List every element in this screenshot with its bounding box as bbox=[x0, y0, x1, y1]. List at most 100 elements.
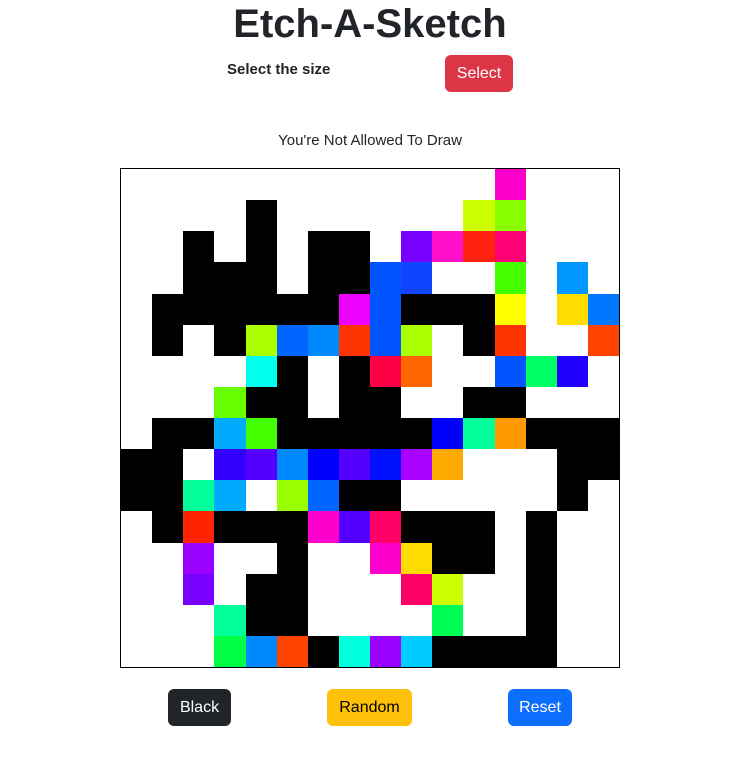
grid-cell[interactable] bbox=[214, 355, 246, 387]
grid-cell[interactable] bbox=[463, 293, 495, 325]
grid-cell[interactable] bbox=[463, 542, 495, 574]
grid-cell[interactable] bbox=[525, 573, 557, 605]
grid-cell[interactable] bbox=[183, 573, 215, 605]
grid-cell[interactable] bbox=[183, 355, 215, 387]
grid-cell[interactable] bbox=[121, 169, 153, 201]
grid-cell[interactable] bbox=[183, 169, 215, 201]
grid-cell[interactable] bbox=[183, 324, 215, 356]
grid-cell[interactable] bbox=[121, 231, 153, 263]
grid-cell[interactable] bbox=[276, 573, 308, 605]
grid-cell[interactable] bbox=[183, 480, 215, 512]
grid-cell[interactable] bbox=[183, 200, 215, 232]
grid-cell[interactable] bbox=[370, 200, 402, 232]
grid-cell[interactable] bbox=[276, 324, 308, 356]
grid-cell[interactable] bbox=[401, 200, 433, 232]
grid-cell[interactable] bbox=[370, 231, 402, 263]
grid-cell[interactable] bbox=[401, 542, 433, 574]
grid-cell[interactable] bbox=[152, 293, 184, 325]
grid-cell[interactable] bbox=[307, 480, 339, 512]
grid-cell[interactable] bbox=[276, 604, 308, 636]
grid-cell[interactable] bbox=[525, 231, 557, 263]
grid-cell[interactable] bbox=[401, 635, 433, 667]
grid-cell[interactable] bbox=[587, 169, 619, 201]
grid-cell[interactable] bbox=[214, 386, 246, 418]
grid-cell[interactable] bbox=[338, 355, 370, 387]
grid-cell[interactable] bbox=[338, 511, 370, 543]
grid-cell[interactable] bbox=[245, 480, 277, 512]
grid-cell[interactable] bbox=[338, 262, 370, 294]
grid-cell[interactable] bbox=[401, 293, 433, 325]
grid-cell[interactable] bbox=[494, 262, 526, 294]
grid-cell[interactable] bbox=[183, 542, 215, 574]
grid-cell[interactable] bbox=[556, 355, 588, 387]
grid-cell[interactable] bbox=[556, 386, 588, 418]
grid-cell[interactable] bbox=[556, 324, 588, 356]
grid-cell[interactable] bbox=[587, 324, 619, 356]
grid-cell[interactable] bbox=[152, 635, 184, 667]
grid-cell[interactable] bbox=[525, 262, 557, 294]
grid-cell[interactable] bbox=[245, 231, 277, 263]
grid-cell[interactable] bbox=[121, 635, 153, 667]
grid-cell[interactable] bbox=[370, 418, 402, 450]
grid-cell[interactable] bbox=[152, 386, 184, 418]
grid-cell[interactable] bbox=[587, 355, 619, 387]
grid-cell[interactable] bbox=[307, 293, 339, 325]
grid-cell[interactable] bbox=[338, 418, 370, 450]
grid-cell[interactable] bbox=[214, 449, 246, 481]
grid-cell[interactable] bbox=[338, 386, 370, 418]
grid-cell[interactable] bbox=[556, 262, 588, 294]
grid-cell[interactable] bbox=[245, 324, 277, 356]
grid-cell[interactable] bbox=[370, 449, 402, 481]
grid-cell[interactable] bbox=[276, 231, 308, 263]
grid-cell[interactable] bbox=[525, 355, 557, 387]
grid-cell[interactable] bbox=[152, 480, 184, 512]
grid-cell[interactable] bbox=[338, 542, 370, 574]
grid-cell[interactable] bbox=[370, 635, 402, 667]
grid-cell[interactable] bbox=[245, 169, 277, 201]
select-size-button[interactable]: Select bbox=[445, 55, 513, 92]
grid-cell[interactable] bbox=[556, 604, 588, 636]
grid-cell[interactable] bbox=[370, 542, 402, 574]
grid-cell[interactable] bbox=[276, 449, 308, 481]
grid-cell[interactable] bbox=[338, 635, 370, 667]
grid-cell[interactable] bbox=[276, 480, 308, 512]
grid-cell[interactable] bbox=[525, 200, 557, 232]
grid-cell[interactable] bbox=[214, 262, 246, 294]
grid-cell[interactable] bbox=[401, 418, 433, 450]
grid-cell[interactable] bbox=[587, 449, 619, 481]
grid-cell[interactable] bbox=[587, 511, 619, 543]
grid-cell[interactable] bbox=[214, 542, 246, 574]
grid-cell[interactable] bbox=[556, 418, 588, 450]
grid-cell[interactable] bbox=[214, 200, 246, 232]
grid-cell[interactable] bbox=[401, 355, 433, 387]
grid-cell[interactable] bbox=[338, 200, 370, 232]
grid-cell[interactable] bbox=[245, 386, 277, 418]
grid-cell[interactable] bbox=[494, 511, 526, 543]
grid-cell[interactable] bbox=[338, 480, 370, 512]
grid-cell[interactable] bbox=[276, 418, 308, 450]
grid-cell[interactable] bbox=[276, 169, 308, 201]
grid-cell[interactable] bbox=[214, 418, 246, 450]
grid-cell[interactable] bbox=[245, 604, 277, 636]
grid-cell[interactable] bbox=[370, 262, 402, 294]
grid-cell[interactable] bbox=[463, 604, 495, 636]
grid-cell[interactable] bbox=[463, 169, 495, 201]
grid-cell[interactable] bbox=[183, 293, 215, 325]
grid-cell[interactable] bbox=[152, 231, 184, 263]
grid-cell[interactable] bbox=[494, 355, 526, 387]
grid-cell[interactable] bbox=[121, 324, 153, 356]
grid-cell[interactable] bbox=[152, 200, 184, 232]
grid-cell[interactable] bbox=[307, 604, 339, 636]
sketch-grid[interactable] bbox=[120, 168, 620, 668]
grid-cell[interactable] bbox=[121, 262, 153, 294]
grid-cell[interactable] bbox=[494, 449, 526, 481]
grid-cell[interactable] bbox=[307, 418, 339, 450]
grid-cell[interactable] bbox=[463, 418, 495, 450]
grid-cell[interactable] bbox=[370, 169, 402, 201]
grid-cell[interactable] bbox=[432, 542, 464, 574]
grid-cell[interactable] bbox=[432, 262, 464, 294]
grid-cell[interactable] bbox=[587, 231, 619, 263]
grid-cell[interactable] bbox=[432, 324, 464, 356]
black-mode-button[interactable]: Black bbox=[168, 689, 231, 726]
grid-cell[interactable] bbox=[463, 262, 495, 294]
